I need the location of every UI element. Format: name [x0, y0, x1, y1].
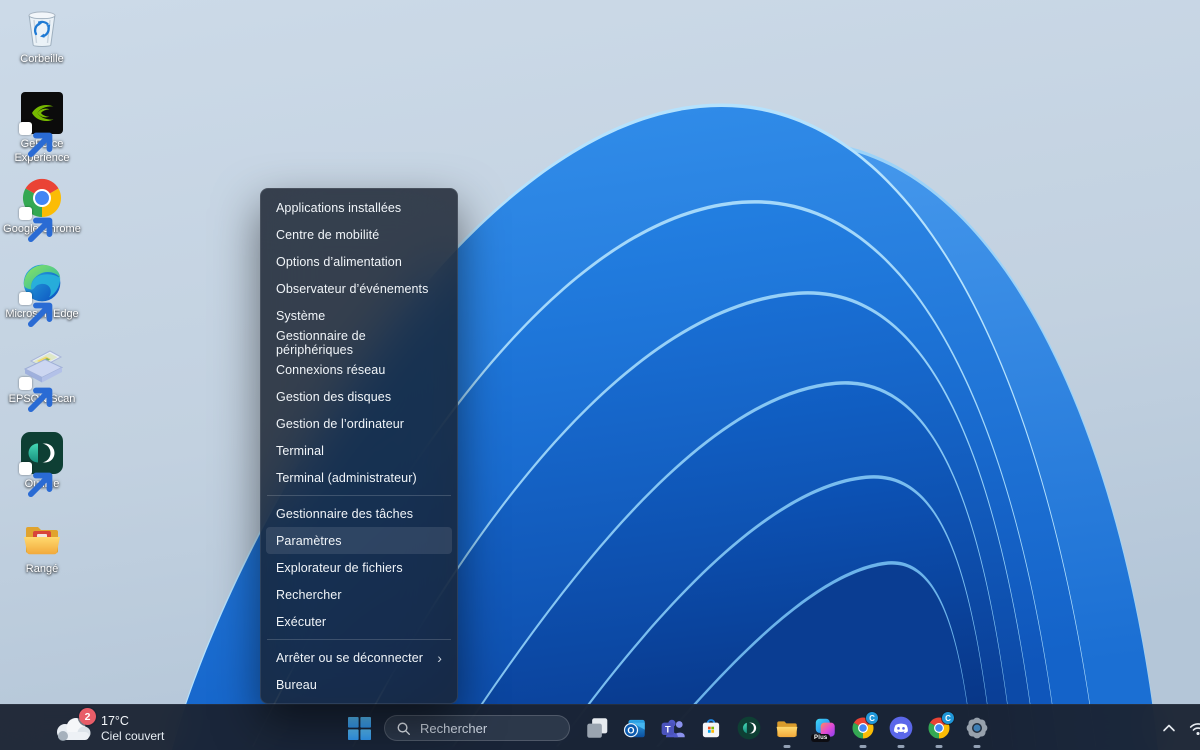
taskbar: 2 17°C Ciel couvert: [0, 704, 1200, 750]
weather-condition: Ciel couvert: [101, 729, 164, 743]
menu-item-connexions-reseau[interactable]: Connexions réseau: [266, 356, 452, 383]
chrome-profile-badge: C: [942, 712, 954, 724]
svg-text:T: T: [665, 724, 671, 734]
taskbar-icon-file-explorer[interactable]: [768, 705, 806, 750]
menu-item-applications-installees[interactable]: Applications installées: [266, 194, 452, 221]
running-indicator: [898, 745, 905, 748]
menu-item-bureau[interactable]: Bureau: [266, 671, 452, 698]
menu-item-options-alimentation[interactable]: Options d’alimentation: [266, 248, 452, 275]
menu-item-terminal[interactable]: Terminal: [266, 437, 452, 464]
taskbar-icon-microsoft-store[interactable]: [692, 705, 730, 750]
outline-app-icon: [736, 715, 762, 741]
wifi-icon: [1187, 717, 1200, 739]
taskbar-icon-task-view[interactable]: [578, 705, 616, 750]
system-tray: [1155, 705, 1200, 750]
running-indicator: [936, 745, 943, 748]
menu-item-executer[interactable]: Exécuter: [266, 608, 452, 635]
svg-text:O: O: [627, 725, 634, 735]
taskbar-icon-chrome-2[interactable]: C: [920, 705, 958, 750]
menu-item-gestionnaire-taches[interactable]: Gestionnaire des tâches: [266, 500, 452, 527]
taskbar-icon-settings[interactable]: [958, 705, 996, 750]
discord-icon: [888, 715, 914, 741]
outlook-icon: O: [622, 715, 648, 741]
shortcut-arrow-icon: [19, 207, 32, 220]
notification-badge: 2: [79, 708, 96, 725]
search-icon: [396, 721, 411, 736]
windows-logo-icon: [348, 717, 371, 740]
menu-separator: [267, 495, 451, 496]
folder-with-document-icon: [20, 516, 64, 560]
plus-badge: Plus: [811, 734, 830, 742]
shortcut-arrow-icon: [19, 122, 32, 135]
search-placeholder: Rechercher: [420, 721, 487, 736]
submenu-chevron-icon: ›: [437, 651, 442, 665]
desktop-icon-epson-scan[interactable]: EPSON Scan: [3, 346, 81, 431]
desktop-icon-label: Rangé: [26, 563, 58, 577]
start-button[interactable]: [342, 710, 376, 746]
weather-temperature: 17°C: [101, 714, 164, 729]
menu-item-rechercher[interactable]: Rechercher: [266, 581, 452, 608]
wifi-button[interactable]: [1183, 710, 1200, 746]
chrome-profile-badge: C: [866, 712, 878, 724]
desktop-icon-microsoft-edge[interactable]: Microsoft Edge: [3, 261, 81, 346]
taskbar-icon-outline[interactable]: [730, 705, 768, 750]
desktop: Corbeille GeForce Experience: [0, 0, 1200, 750]
desktop-icon-range[interactable]: Rangé: [3, 516, 81, 601]
taskbar-icon-outlook[interactable]: O: [616, 705, 654, 750]
desktop-icon-column: Corbeille GeForce Experience: [3, 6, 81, 601]
wallpaper-bloom: [0, 0, 1200, 750]
taskbar-icon-discord[interactable]: [882, 705, 920, 750]
desktop-icon-geforce-experience[interactable]: GeForce Experience: [3, 91, 81, 176]
running-indicator: [860, 745, 867, 748]
menu-item-gestion-ordinateur[interactable]: Gestion de l’ordinateur: [266, 410, 452, 437]
weather-widget[interactable]: 2 17°C Ciel couvert: [46, 705, 170, 750]
task-view-icon: [584, 715, 610, 741]
teams-icon: T: [660, 715, 686, 741]
menu-item-arreter-deconnecter[interactable]: Arrêter ou se déconnecter ›: [266, 644, 452, 671]
pinned-apps: O T: [578, 705, 996, 750]
cloud-icon: 2: [52, 713, 92, 743]
running-indicator: [784, 745, 791, 748]
taskbar-icon-teams[interactable]: T: [654, 705, 692, 750]
menu-item-parametres[interactable]: Paramètres: [266, 527, 452, 554]
recycle-bin-icon: [20, 6, 64, 50]
menu-item-gestionnaire-peripheriques[interactable]: Gestionnaire de périphériques: [266, 329, 452, 356]
hidden-icons-chevron-button[interactable]: [1155, 710, 1183, 746]
menu-item-centre-de-mobilite[interactable]: Centre de mobilité: [266, 221, 452, 248]
winx-menu: Applications installées Centre de mobili…: [260, 188, 458, 704]
taskbar-search[interactable]: Rechercher: [384, 715, 570, 741]
running-indicator: [974, 745, 981, 748]
taskbar-icon-chrome-1[interactable]: C: [844, 705, 882, 750]
menu-item-observateur-evenements[interactable]: Observateur d’événements: [266, 275, 452, 302]
desktop-icon-google-chrome[interactable]: Google Chrome: [3, 176, 81, 261]
desktop-icon-outline[interactable]: Outline: [3, 431, 81, 516]
shortcut-arrow-icon: [19, 462, 32, 475]
shortcut-arrow-icon: [19, 292, 32, 305]
taskbar-icon-plus-app[interactable]: Plus: [806, 705, 844, 750]
file-explorer-icon: [774, 715, 800, 741]
desktop-icon-corbeille[interactable]: Corbeille: [3, 6, 81, 91]
menu-separator: [267, 639, 451, 640]
menu-item-systeme[interactable]: Système: [266, 302, 452, 329]
taskbar-center-group: Rechercher O: [342, 705, 996, 750]
menu-item-terminal-admin[interactable]: Terminal (administrateur): [266, 464, 452, 491]
shortcut-arrow-icon: [19, 377, 32, 390]
chevron-up-icon: [1162, 724, 1176, 732]
desktop-icon-label: Corbeille: [20, 53, 63, 67]
menu-item-gestion-disques[interactable]: Gestion des disques: [266, 383, 452, 410]
microsoft-store-icon: [698, 715, 724, 741]
menu-item-explorateur-fichiers[interactable]: Explorateur de fichiers: [266, 554, 452, 581]
settings-gear-icon: [964, 715, 990, 741]
